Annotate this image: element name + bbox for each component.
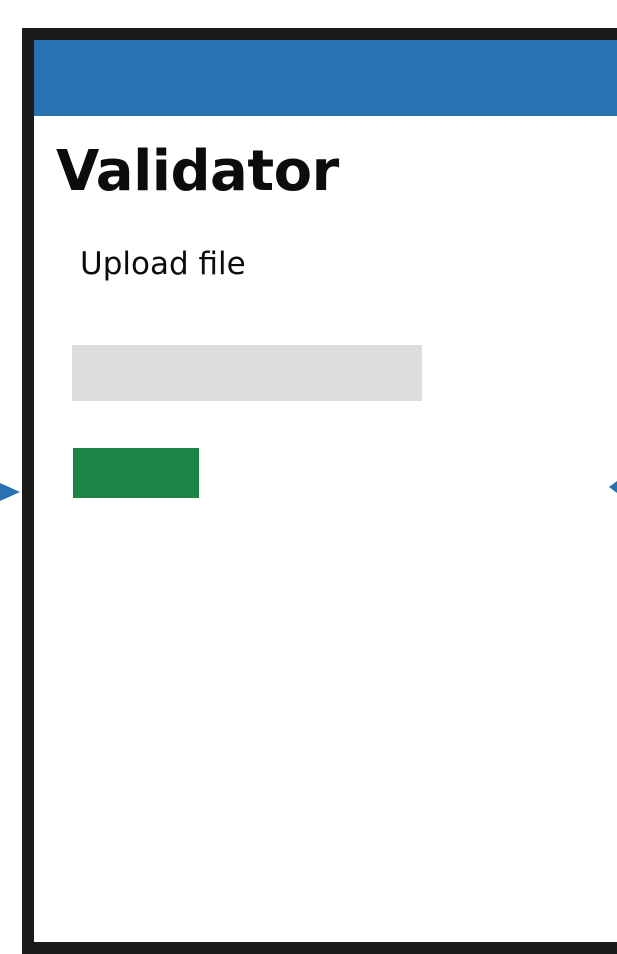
file-upload-input[interactable] (72, 345, 422, 401)
left-arrow-icon (0, 483, 20, 501)
phone-frame: Validator Upload file (22, 28, 617, 954)
upload-file-label: Upload file (80, 246, 246, 282)
header-bar (34, 40, 617, 116)
page-title: Validator (56, 139, 339, 204)
submit-button[interactable] (73, 448, 199, 498)
right-arrow-icon (609, 481, 617, 493)
